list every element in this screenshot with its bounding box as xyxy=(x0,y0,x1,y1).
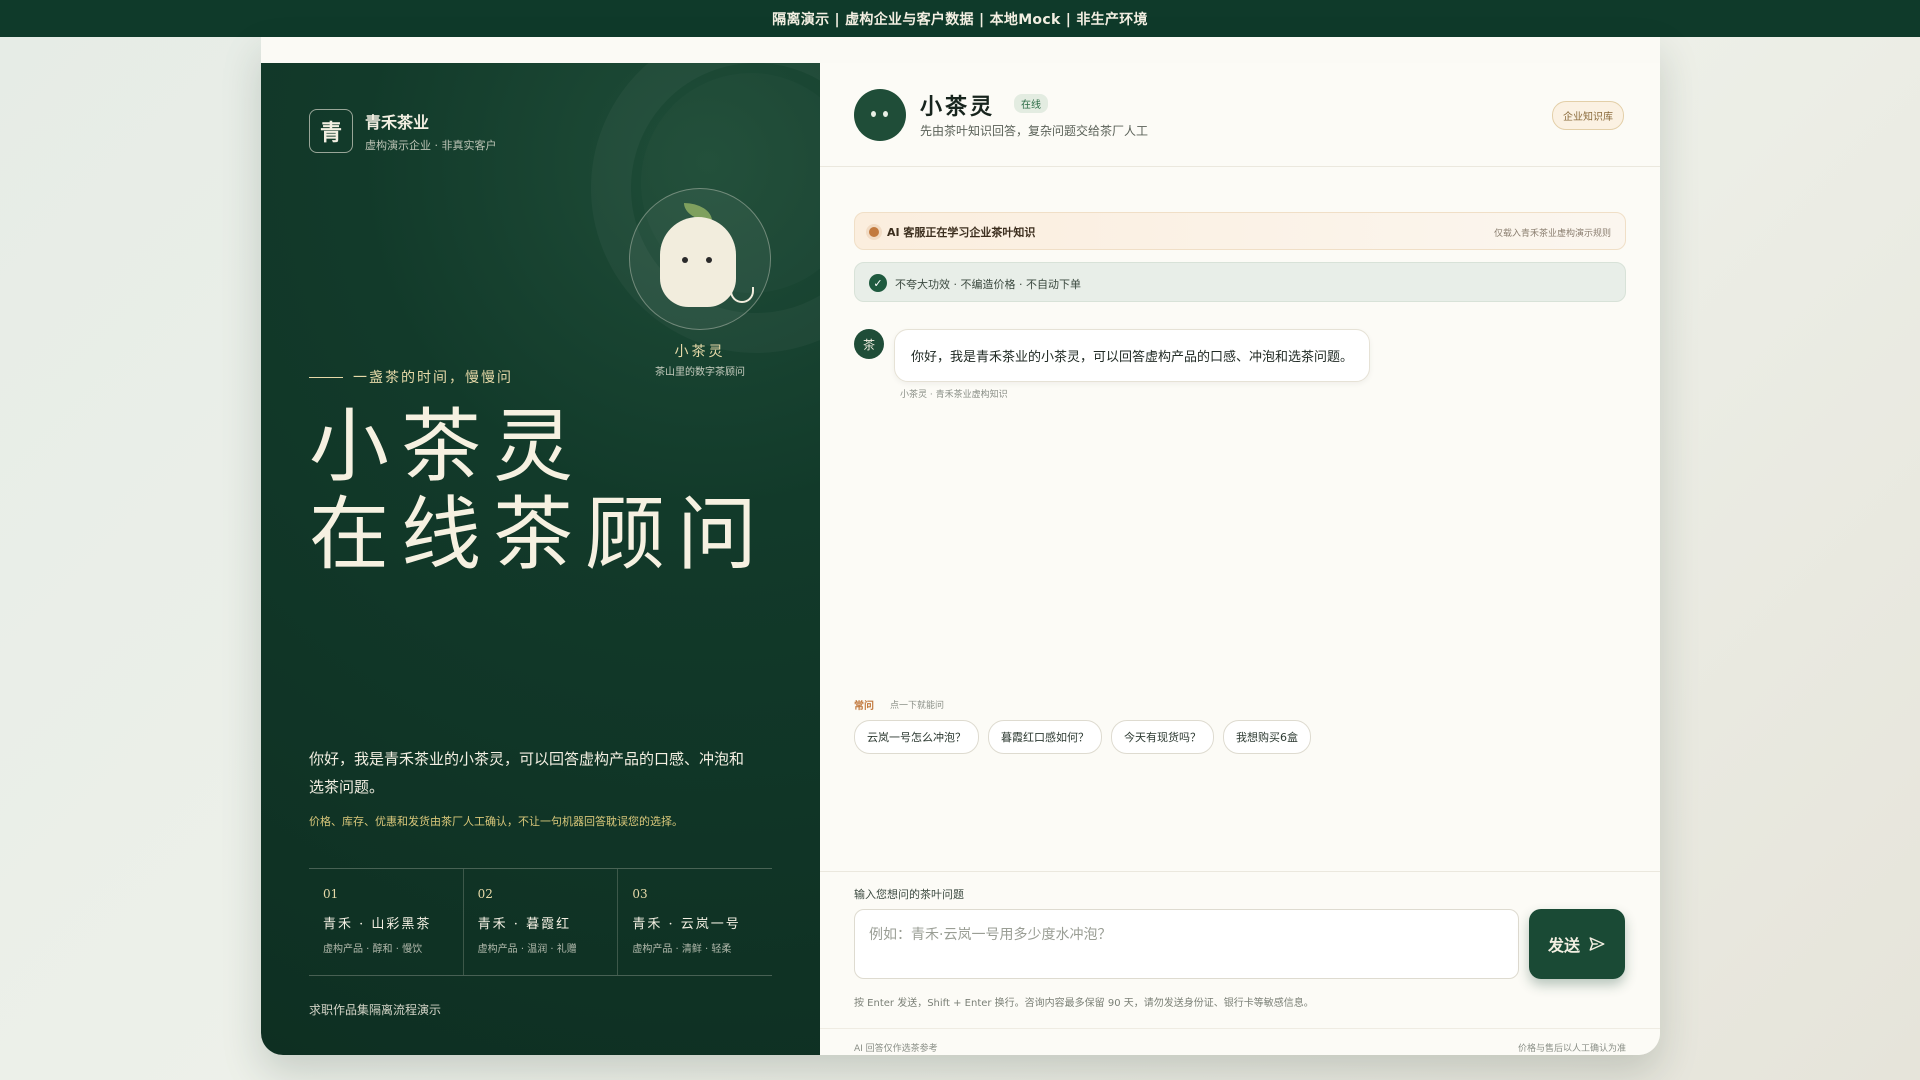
isolation-banner: 隔离演示 | 虚构企业与客户数据 | 本地Mock | 非生产环境 xyxy=(0,0,1920,37)
banner-text: 隔离演示 | 虚构企业与客户数据 | 本地Mock | 非生产环境 xyxy=(772,11,1148,28)
send-label: 发送 xyxy=(1547,936,1580,955)
product-card: 01 青禾 · 山彩黑茶 虚构产品 · 醇和 · 慢饮 xyxy=(309,869,464,975)
bot-name: 小茶灵 xyxy=(920,94,996,120)
brand-subtitle: 虚构演示企业 · 非真实客户 xyxy=(365,139,497,152)
chat-header: 小茶灵 在线 先由茶叶知识回答，复杂问题交给茶厂人工 企业知识库 xyxy=(820,63,1660,167)
mascot-subtitle: 茶山里的数字茶顾问 xyxy=(655,367,745,378)
faq-list: 云岚一号怎么冲泡？ 暮霞红口感如何？ 今天有现货吗？ 我想购买6盒 xyxy=(854,720,1311,754)
chat-panel: 小茶灵 在线 先由茶叶知识回答，复杂问题交给茶厂人工 企业知识库 AI 客服正在… xyxy=(820,63,1660,1055)
product-number: 02 xyxy=(477,887,493,901)
bot-subtitle: 先由茶叶知识回答，复杂问题交给茶厂人工 xyxy=(920,124,1149,138)
bot-avatar xyxy=(854,89,906,141)
hero-title-line1: 小茶灵 xyxy=(309,400,585,493)
product-number: 03 xyxy=(632,887,648,901)
product-name: 青禾 · 暮霞红 xyxy=(477,917,572,932)
send-icon xyxy=(1589,937,1605,951)
message-meta: 小茶灵 · 青禾茶业虚构知识 xyxy=(900,390,1008,400)
portfolio-footer: 求职作品集隔离流程演示 xyxy=(309,1003,442,1017)
learning-notice: AI 客服正在学习企业茶叶知识 仅载入青禾茶业虚构演示规则 xyxy=(854,212,1626,250)
product-name: 青禾 · 云岚一号 xyxy=(632,917,741,932)
brand-header: 青 青禾茶业 虚构演示企业 · 非真实客户 xyxy=(309,109,497,153)
faq-title: 常问 xyxy=(854,701,874,712)
faq-subtitle: 点一下就能问 xyxy=(890,701,945,711)
hero-intro: 你好，我是青禾茶业的小茶灵，可以回答虚构产品的口感、冲泡和选茶问题。 xyxy=(309,750,745,796)
learning-text: AI 客服正在学习企业茶叶知识 xyxy=(887,226,1036,239)
knowledge-base-button[interactable]: 企业知识库 xyxy=(1552,101,1624,130)
mascot-eye xyxy=(706,257,712,263)
avatar-eye xyxy=(871,111,876,117)
bot-message-bubble: 你好，我是青禾茶业的小茶灵，可以回答虚构产品的口感、冲泡和选茶问题。 xyxy=(894,329,1371,382)
status-badge: 在线 xyxy=(1014,94,1048,113)
brand-panel: 青 青禾茶业 虚构演示企业 · 非真实客户 小茶灵 茶山里的数字茶顾问 一盏茶的… xyxy=(261,63,820,1055)
mascot-eye xyxy=(682,257,688,263)
mascot-illustration xyxy=(629,188,771,330)
footer-disclaimer: AI 回答仅作选茶参考 xyxy=(854,1044,938,1054)
chat-footer: AI 回答仅作选茶参考 价格与售后以人工确认为准 xyxy=(820,1028,1660,1055)
rules-text: 不夸大功效 · 不编造价格 · 不自动下单 xyxy=(895,278,1081,291)
faq-chip[interactable]: 今天有现货吗？ xyxy=(1111,720,1214,754)
product-card: 02 青禾 · 暮霞红 虚构产品 · 温润 · 礼赠 xyxy=(464,869,619,975)
hero-note: 价格、库存、优惠和发货由茶厂人工确认，不让一句机器回答耽误您的选择。 xyxy=(309,815,683,828)
mascot-name: 小茶灵 xyxy=(674,344,726,360)
rules-notice: ✓ 不夸大功效 · 不编造价格 · 不自动下单 xyxy=(854,262,1626,302)
product-desc: 虚构产品 · 清鲜 · 轻柔 xyxy=(632,944,732,955)
message-avatar: 茶 xyxy=(854,329,884,359)
product-number: 01 xyxy=(323,887,339,901)
avatar-eye xyxy=(883,111,888,117)
faq-chip[interactable]: 暮霞红口感如何？ xyxy=(988,720,1102,754)
input-hint: 按 Enter 发送，Shift + Enter 换行。咨询内容最多保留 90 … xyxy=(854,998,1314,1009)
hero-title-line2: 在线茶顾问 xyxy=(309,488,769,581)
product-desc: 虚构产品 · 醇和 · 慢饮 xyxy=(323,944,423,955)
faq-chip[interactable]: 我想购买6盒 xyxy=(1223,720,1311,754)
brand-name: 青禾茶业 xyxy=(365,113,430,132)
product-name: 青禾 · 山彩黑茶 xyxy=(323,917,432,932)
product-desc: 虚构产品 · 温润 · 礼赠 xyxy=(477,944,577,955)
check-icon: ✓ xyxy=(869,274,887,292)
mascot-body xyxy=(660,217,736,307)
composer: 输入您想问的茶叶问题 例如：青禾·云岚一号用多少度水冲泡？ 发送 按 Enter… xyxy=(820,871,1660,1055)
card-top-strip xyxy=(261,37,1660,63)
faq-chip[interactable]: 云岚一号怎么冲泡？ xyxy=(854,720,979,754)
send-button[interactable]: 发送 xyxy=(1529,909,1625,979)
brand-logo: 青 xyxy=(309,109,353,153)
teacup-icon xyxy=(730,287,754,303)
tagline-dash xyxy=(309,376,343,378)
input-label: 输入您想问的茶叶问题 xyxy=(854,888,964,901)
tagline-text: 一盏茶的时间，慢慢问 xyxy=(353,370,513,386)
hero-title: 小茶灵 在线茶顾问 xyxy=(309,403,779,579)
footer-price-note: 价格与售后以人工确认为准 xyxy=(1517,1044,1626,1054)
hero-tagline: 一盏茶的时间，慢慢问 xyxy=(309,367,513,387)
learning-scope: 仅载入青禾茶业虚构演示规则 xyxy=(1493,229,1611,239)
status-dot-icon xyxy=(869,227,879,237)
product-card: 03 青禾 · 云岚一号 虚构产品 · 清鲜 · 轻柔 xyxy=(618,869,772,975)
product-list: 01 青禾 · 山彩黑茶 虚构产品 · 醇和 · 慢饮 02 青禾 · 暮霞红 … xyxy=(309,868,772,976)
question-input[interactable]: 例如：青禾·云岚一号用多少度水冲泡？ xyxy=(854,909,1519,979)
app-card: 青 青禾茶业 虚构演示企业 · 非真实客户 小茶灵 茶山里的数字茶顾问 一盏茶的… xyxy=(261,37,1660,1055)
